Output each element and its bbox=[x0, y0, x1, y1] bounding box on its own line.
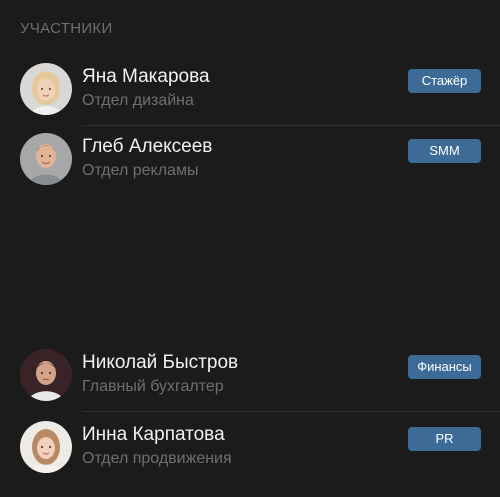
man-dark-avatar-icon bbox=[20, 349, 72, 401]
member-name: Глеб Алексеев bbox=[82, 136, 213, 157]
member-row-gleb-alekseev[interactable]: Глеб Алексеев Отдел рекламы SMM bbox=[0, 124, 500, 196]
avatar[interactable] bbox=[20, 349, 72, 401]
member-row-yana-makarova[interactable]: Яна Макарова Отдел дизайна Стажёр bbox=[0, 54, 500, 126]
member-name: Инна Карпатова bbox=[82, 424, 225, 445]
member-department: Отдел дизайна bbox=[82, 92, 194, 109]
role-badge[interactable]: Стажёр bbox=[408, 69, 481, 93]
man-ginger-avatar-icon bbox=[20, 133, 72, 185]
member-row-inna-karpatova[interactable]: Инна Карпатова Отдел продвижения PR bbox=[0, 412, 500, 484]
member-department: Отдел рекламы bbox=[82, 162, 199, 179]
avatar[interactable] bbox=[20, 133, 72, 185]
member-name: Яна Макарова bbox=[82, 66, 210, 87]
role-badge[interactable]: Финансы bbox=[408, 355, 481, 379]
member-department: Главный бухгалтер bbox=[82, 378, 224, 395]
avatar[interactable] bbox=[20, 63, 72, 115]
woman-blonde-avatar-icon bbox=[20, 63, 72, 115]
section-header: УЧАСТНИКИ bbox=[20, 20, 113, 37]
member-department: Отдел продвижения bbox=[82, 450, 232, 467]
member-name: Николай Быстров bbox=[82, 352, 239, 373]
role-badge[interactable]: SMM bbox=[408, 139, 481, 163]
avatar[interactable] bbox=[20, 421, 72, 473]
role-badge[interactable]: PR bbox=[408, 427, 481, 451]
woman-light-brown-avatar-icon bbox=[20, 421, 72, 473]
member-row-nikolai-bystrov[interactable]: Николай Быстров Главный бухгалтер Финанс… bbox=[0, 340, 500, 412]
